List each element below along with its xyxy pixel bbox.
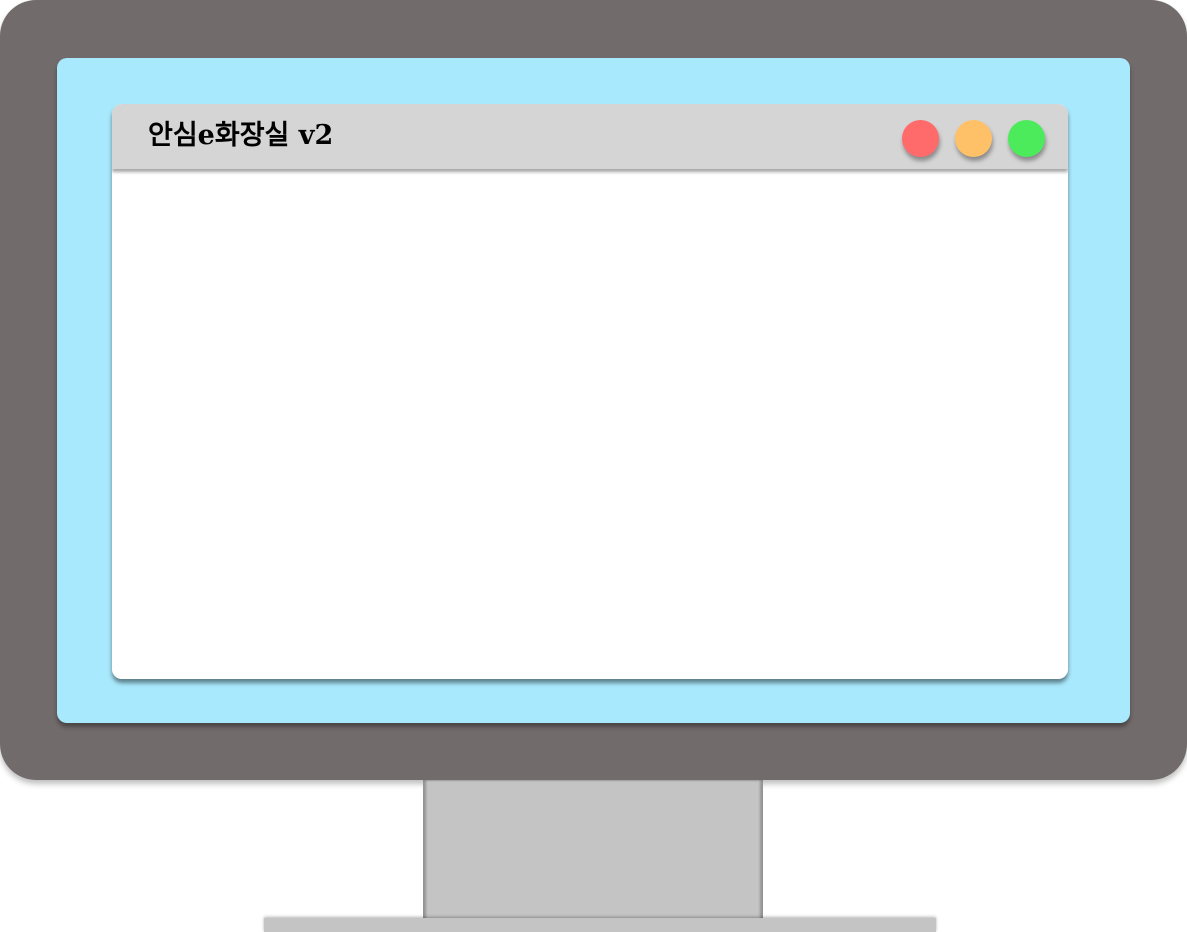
minimize-button[interactable] (955, 120, 992, 157)
window-content (112, 169, 1068, 679)
monitor-frame: 안심e화장실 v2 (0, 0, 1187, 780)
window-titlebar[interactable]: 안심e화장실 v2 (112, 104, 1068, 169)
close-button[interactable] (902, 120, 939, 157)
monitor-screen: 안심e화장실 v2 (57, 58, 1130, 723)
window-title: 안심e화장실 v2 (148, 120, 334, 151)
monitor-stand-neck (423, 780, 763, 920)
maximize-button[interactable] (1008, 120, 1045, 157)
app-window: 안심e화장실 v2 (112, 104, 1068, 679)
monitor-stand-base (264, 918, 936, 932)
window-controls (902, 120, 1045, 157)
